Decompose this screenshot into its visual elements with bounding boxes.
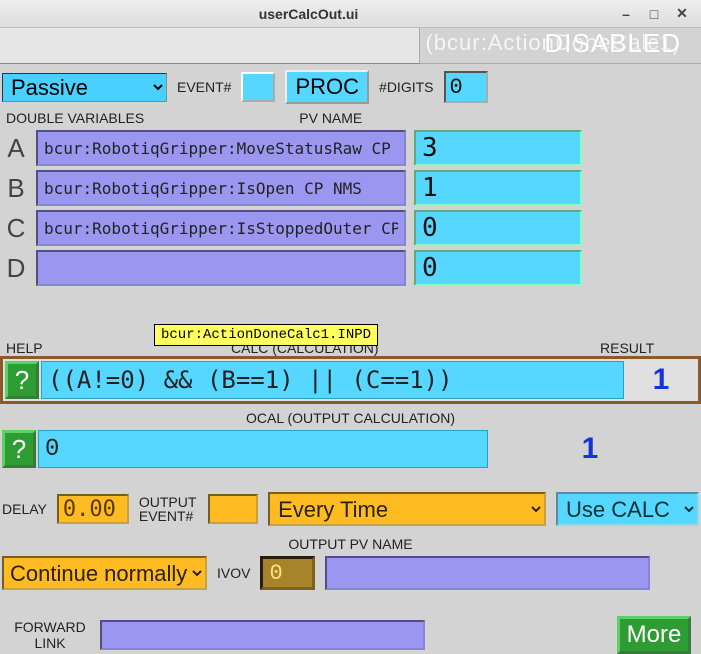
more-button[interactable]: More	[617, 616, 691, 654]
output-event-label: OUTPUT EVENT#	[139, 495, 199, 523]
var-row-a: A	[0, 128, 701, 168]
window-title: userCalcOut.ui	[8, 6, 609, 22]
var-row-b: B	[0, 168, 701, 208]
result-header: RESULT	[600, 340, 695, 356]
output-pv-header: OUTPUT PV NAME	[0, 536, 701, 552]
dopt-select[interactable]: Use CALC	[556, 492, 699, 526]
ocal-expression-input[interactable]	[38, 430, 488, 468]
scan-select[interactable]: Passive	[2, 73, 167, 102]
var-row-c: C	[0, 208, 701, 248]
event-number-input[interactable]	[241, 72, 275, 102]
ocal-header: OCAL (OUTPUT CALCULATION)	[0, 410, 701, 426]
val-input-d[interactable]	[414, 250, 582, 286]
val-input-b[interactable]	[414, 170, 582, 206]
proc-button[interactable]: PROC	[285, 70, 369, 104]
output-event-input[interactable]	[208, 494, 258, 524]
double-vars-header: DOUBLE VARIABLES	[6, 110, 144, 126]
output-pv-input[interactable]	[325, 556, 650, 590]
oopt-select[interactable]: Every Time	[268, 492, 546, 526]
ivov-input[interactable]	[260, 556, 315, 590]
pv-input-a[interactable]	[36, 130, 406, 166]
var-row-d: D	[0, 248, 701, 288]
calc-row: ? 1	[0, 356, 701, 404]
var-label-b: B	[4, 173, 28, 204]
pv-input-c[interactable]	[36, 210, 406, 246]
pvname-header: PV NAME	[299, 110, 362, 126]
val-input-a[interactable]	[414, 130, 582, 166]
ndigits-input[interactable]	[444, 71, 488, 103]
calc-expression-input[interactable]	[41, 361, 624, 399]
ivov-label: IVOV	[217, 565, 250, 581]
event-label: EVENT#	[177, 79, 231, 95]
window-titlebar: userCalcOut.ui – □ ✕	[0, 0, 701, 28]
header-left-pane	[0, 28, 420, 64]
pv-input-b[interactable]	[36, 170, 406, 206]
var-label-d: D	[4, 253, 28, 284]
window-minimize-button[interactable]: –	[615, 4, 637, 24]
forward-link-label: FORWARD LINK	[10, 619, 90, 651]
ivoa-select[interactable]: Continue normally	[2, 556, 207, 590]
delay-label: DELAY	[2, 501, 47, 517]
ocal-result: 1	[490, 432, 690, 466]
header-strip: (bcur:ActionDoneCalc1) DISABLED	[0, 28, 701, 64]
ocal-help-button[interactable]: ?	[2, 430, 36, 468]
window-maximize-button[interactable]: □	[643, 4, 665, 24]
forward-link-input[interactable]	[100, 620, 425, 650]
tooltip-inpd: bcur:ActionDoneCalc1.INPD	[154, 324, 378, 346]
delay-input[interactable]	[57, 494, 129, 524]
ndigits-label: #DIGITS	[379, 79, 433, 95]
window-close-button[interactable]: ✕	[671, 4, 693, 24]
calc-result: 1	[626, 363, 696, 397]
val-input-c[interactable]	[414, 210, 582, 246]
pv-input-d[interactable]	[36, 250, 406, 286]
record-overlay-text: (bcur:ActionDoneCalc1) DISABLED	[534, 28, 691, 59]
calc-help-button[interactable]: ?	[5, 361, 39, 399]
var-label-c: C	[4, 213, 28, 244]
var-label-a: A	[4, 133, 28, 164]
ocal-row: ? 1	[0, 428, 701, 470]
